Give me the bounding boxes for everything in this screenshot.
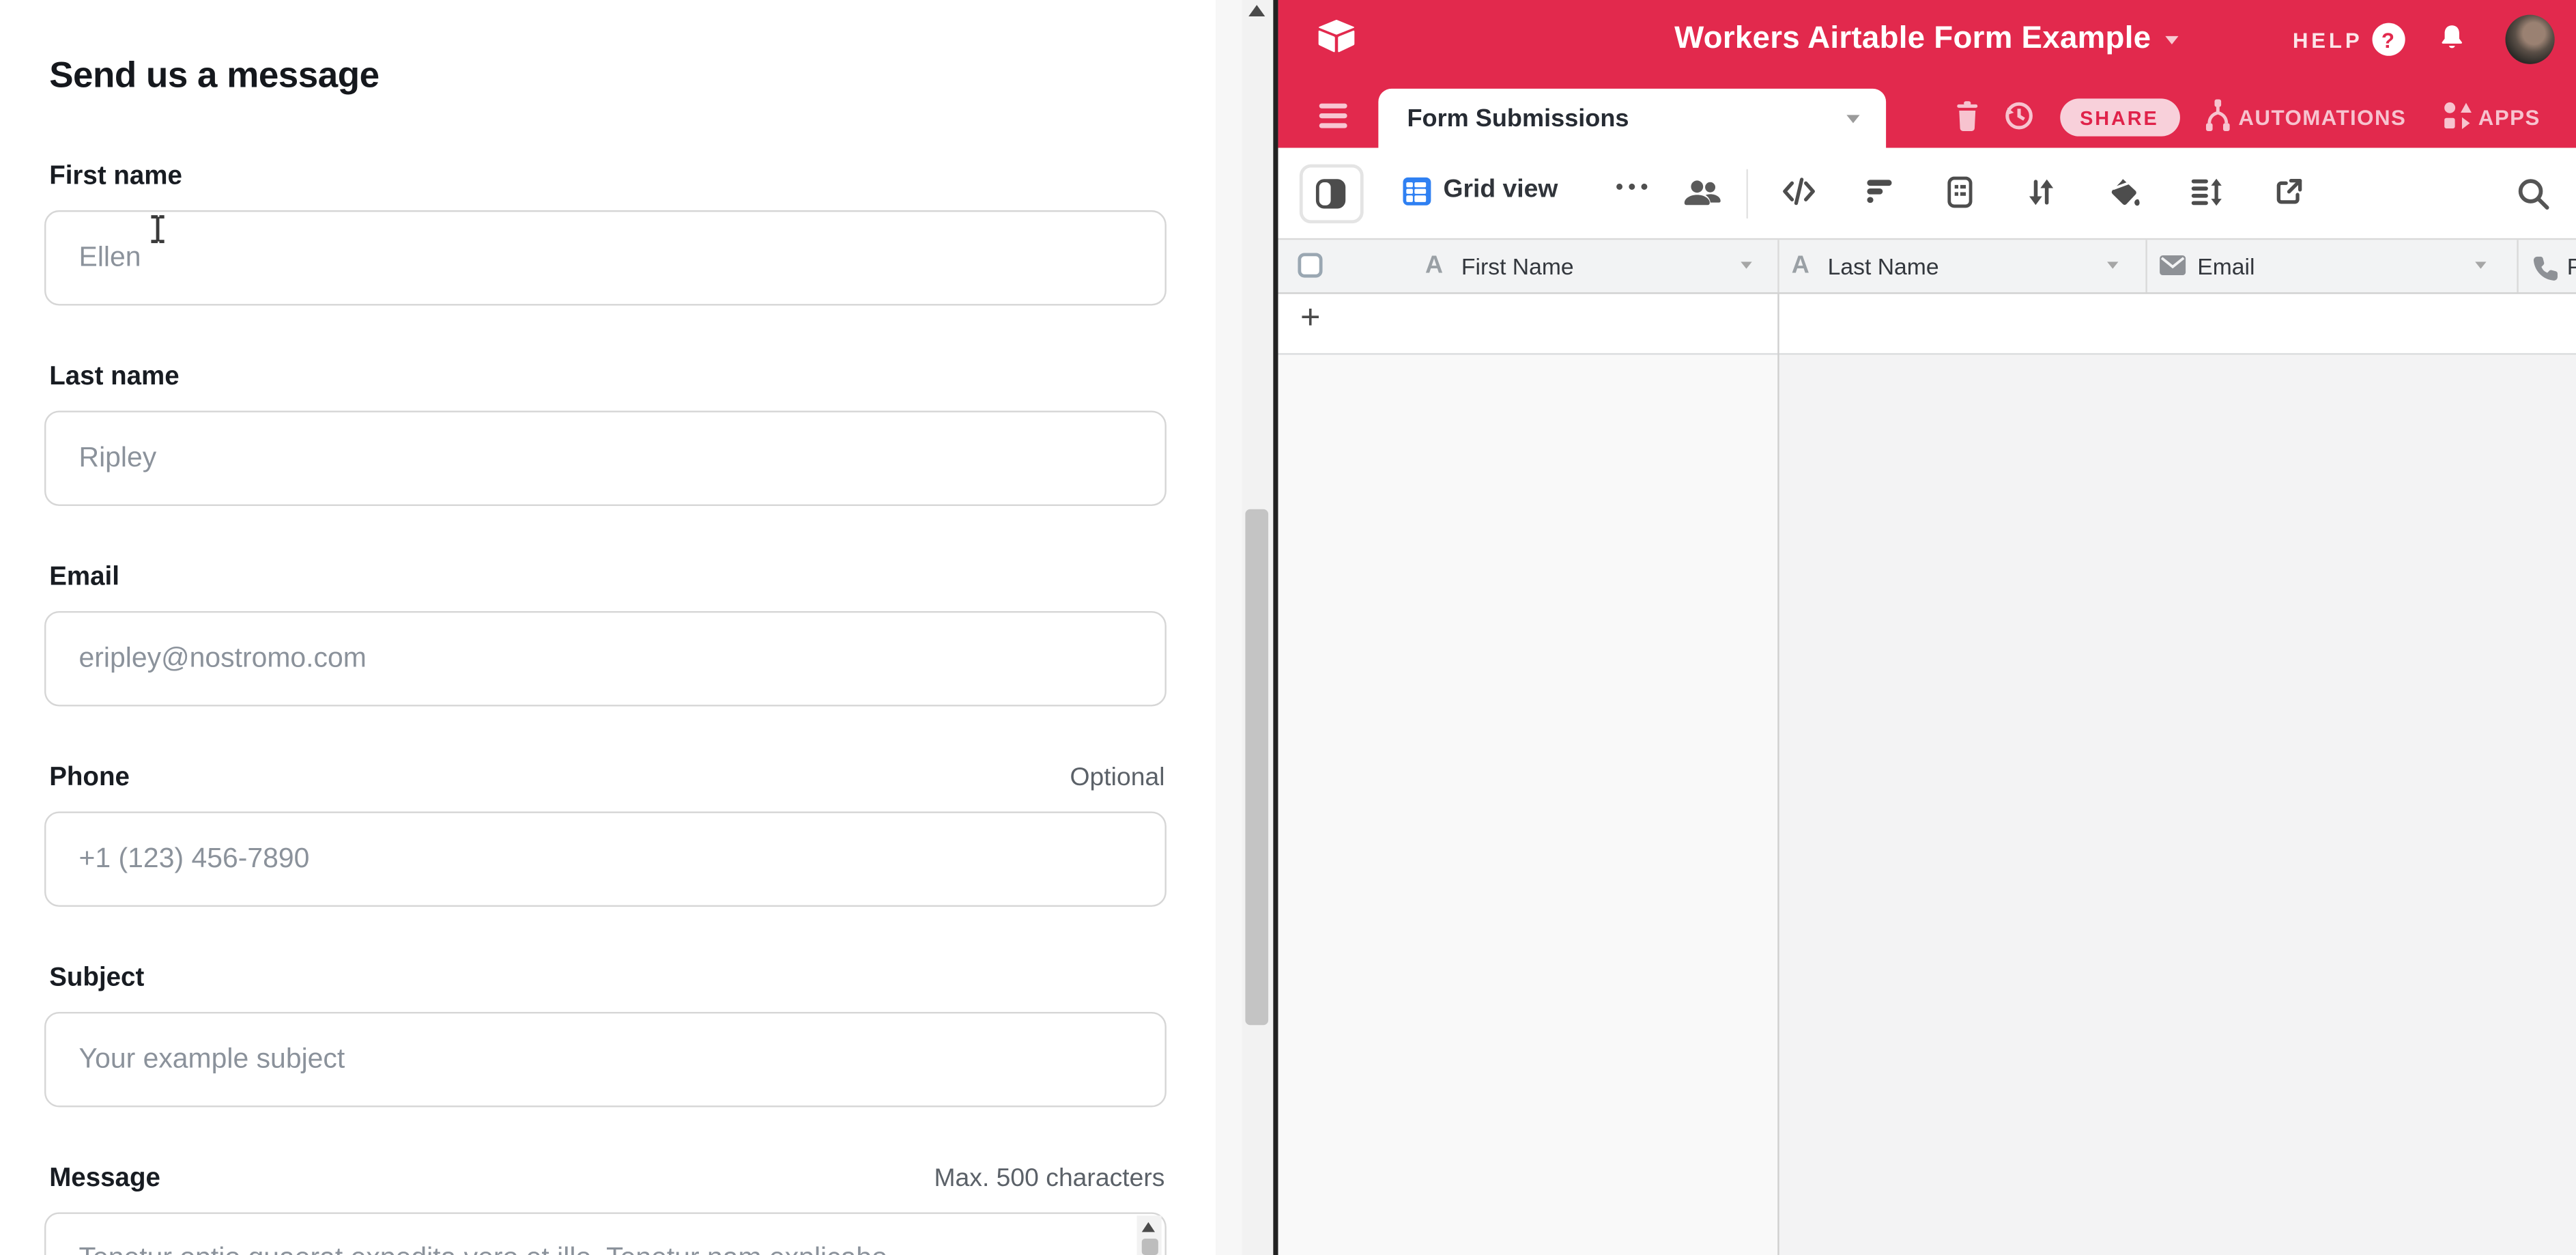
hide-fields-icon[interactable] (1780, 175, 1816, 212)
base-title-caret-icon[interactable] (2166, 36, 2179, 44)
phone-label: Phone (49, 764, 130, 793)
row-height-icon[interactable] (2188, 175, 2224, 212)
view-sidebar-toggle-button[interactable] (1299, 165, 1363, 224)
table-tab-label: Form Submissions (1407, 104, 1846, 132)
trash-icon[interactable] (1954, 100, 1979, 132)
grid-header-row: A First Name A Last Name Email (1277, 238, 2576, 294)
text-field-type-icon: A (1792, 251, 1809, 279)
email-label: Email (49, 563, 119, 593)
grid-view-icon (1402, 178, 1430, 206)
message-label: Message (49, 1165, 160, 1194)
history-icon[interactable] (2000, 98, 2035, 133)
screen: Send us a message First name Last name E… (0, 0, 2576, 1255)
subject-input[interactable] (44, 1012, 1167, 1108)
column-caret-icon[interactable] (2106, 262, 2117, 268)
scroll-up-arrow-icon[interactable] (1142, 1222, 1155, 1232)
airtable-panel: Workers Airtable Form Example HELP ? For… (1277, 0, 2576, 1255)
table-tab-form-submissions[interactable]: Form Submissions (1377, 89, 1885, 148)
last-name-field-group: Last name (44, 363, 1167, 506)
help-button[interactable]: HELP (2293, 28, 2363, 53)
email-field-group: Email (44, 563, 1167, 706)
user-avatar[interactable] (2504, 15, 2553, 64)
column-caret-icon[interactable] (1740, 262, 1751, 268)
share-view-icon[interactable] (2272, 175, 2308, 212)
sidebar-panel-icon (1316, 179, 1345, 208)
automations-button[interactable]: AUTOMATIONS (2238, 105, 2406, 130)
first-name-label: First name (49, 163, 182, 192)
phone-field-type-icon (2531, 255, 2559, 283)
view-name-button[interactable]: Grid view (1443, 175, 1558, 205)
base-title[interactable]: Workers Airtable Form Example (1674, 21, 2151, 57)
phone-input[interactable] (44, 811, 1167, 907)
column-divider[interactable] (2145, 240, 2146, 294)
select-all-checkbox[interactable] (1297, 253, 1321, 277)
collaborators-icon[interactable] (1681, 179, 1722, 208)
subject-label: Subject (49, 964, 144, 993)
table-tab-caret-icon (1846, 114, 1859, 122)
color-icon[interactable] (2107, 175, 2143, 212)
contact-form-panel: Send us a message First name Last name E… (0, 0, 1216, 1255)
view-toolbar: Grid view ••• (1277, 148, 2576, 238)
column-divider[interactable] (2516, 240, 2517, 294)
page-scrollbar-thumb[interactable] (1245, 509, 1268, 1025)
form-heading: Send us a message (49, 54, 379, 97)
phone-field-group: Phone Optional (44, 764, 1167, 907)
grid-body-left (1277, 355, 1777, 1255)
first-name-field-group: First name (44, 163, 1167, 305)
grid-body-right (1778, 355, 2576, 1255)
more-icon[interactable]: ••• (1616, 174, 1653, 199)
sort-icon[interactable] (2024, 175, 2061, 212)
notifications-bell-icon[interactable] (2435, 21, 2467, 54)
message-maxchars-note: Max. 500 characters (934, 1165, 1164, 1194)
column-header-email[interactable]: Email (2197, 253, 2255, 279)
toolbar-divider (1745, 169, 1747, 218)
column-header-first-name[interactable]: First Name (1461, 253, 1574, 279)
last-name-label: Last name (49, 363, 179, 393)
textarea-scrollbar[interactable] (1137, 1215, 1162, 1255)
question-mark: ? (2381, 27, 2394, 52)
airtable-topbar: Workers Airtable Form Example HELP ? For… (1277, 0, 2576, 148)
automations-icon[interactable] (2202, 98, 2231, 133)
search-icon[interactable] (2515, 175, 2551, 212)
text-cursor (149, 215, 166, 243)
message-textarea[interactable] (44, 1212, 1167, 1255)
email-field-type-icon (2158, 255, 2186, 276)
help-circle-icon[interactable]: ? (2371, 23, 2404, 56)
grid-column-line (1777, 294, 1779, 1255)
textarea-scrollbar-thumb[interactable] (1141, 1239, 1158, 1255)
message-field-group: Message Max. 500 characters (44, 1165, 1167, 1255)
share-button[interactable]: SHARE (2059, 98, 2179, 136)
subject-field-group: Subject (44, 964, 1167, 1107)
apps-button[interactable]: APPS (2478, 105, 2541, 130)
phone-optional-note: Optional (1070, 764, 1165, 793)
column-divider[interactable] (1777, 240, 1778, 294)
column-caret-icon[interactable] (2474, 262, 2485, 268)
scroll-up-arrow-icon[interactable] (1248, 5, 1265, 16)
page-scrollbar[interactable] (1216, 0, 1273, 1255)
group-icon[interactable] (1943, 175, 1979, 212)
scrollbar-gutter (1216, 0, 1242, 1255)
column-header-last-name[interactable]: Last Name (1828, 253, 1939, 279)
filter-icon[interactable] (1862, 175, 1898, 212)
apps-icon[interactable] (2442, 100, 2472, 130)
column-header-phone[interactable]: Phone (2567, 253, 2576, 279)
last-name-input[interactable] (44, 410, 1167, 506)
email-input[interactable] (44, 611, 1167, 707)
share-label: SHARE (2080, 106, 2159, 129)
add-record-row[interactable]: + (1277, 294, 2576, 355)
sidebar-menu-icon[interactable] (1319, 104, 1347, 128)
plus-icon[interactable]: + (1300, 299, 1321, 339)
text-field-type-icon: A (1425, 251, 1443, 279)
first-name-input[interactable] (44, 210, 1167, 306)
